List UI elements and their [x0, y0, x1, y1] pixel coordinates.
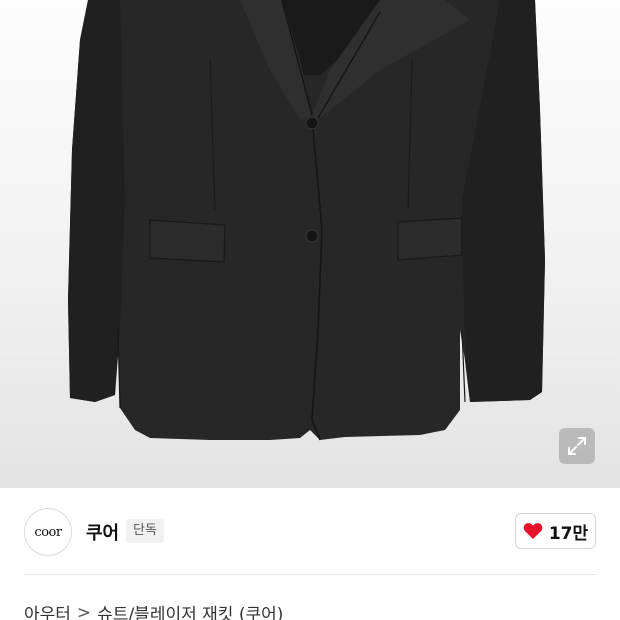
expand-icon	[568, 437, 586, 455]
like-button[interactable]: 17만	[515, 513, 596, 549]
divider	[24, 574, 596, 575]
expand-button[interactable]	[559, 428, 595, 464]
breadcrumb-category[interactable]: 아우터	[24, 600, 71, 620]
product-detail-page: coor 쿠어 단독 17만 아우터 > 슈트/블레이저 재킷 (쿠어)	[0, 0, 620, 620]
product-image[interactable]	[0, 0, 620, 488]
like-count: 17만	[548, 523, 589, 544]
heart-icon	[523, 523, 543, 539]
brand-row: coor 쿠어 단독 17만	[0, 488, 620, 574]
breadcrumb: 아우터 > 슈트/블레이저 재킷 (쿠어)	[24, 600, 283, 620]
breadcrumb-subcategory[interactable]: 슈트/블레이저 재킷 (쿠어)	[97, 600, 283, 620]
brand-logo[interactable]: coor	[24, 508, 72, 556]
exclusive-badge: 단독	[126, 519, 164, 543]
brand-logo-text: coor	[34, 524, 62, 540]
chevron-right-icon: >	[76, 602, 92, 620]
jacket-photo	[68, 0, 545, 441]
brand-name[interactable]: 쿠어	[86, 519, 119, 545]
